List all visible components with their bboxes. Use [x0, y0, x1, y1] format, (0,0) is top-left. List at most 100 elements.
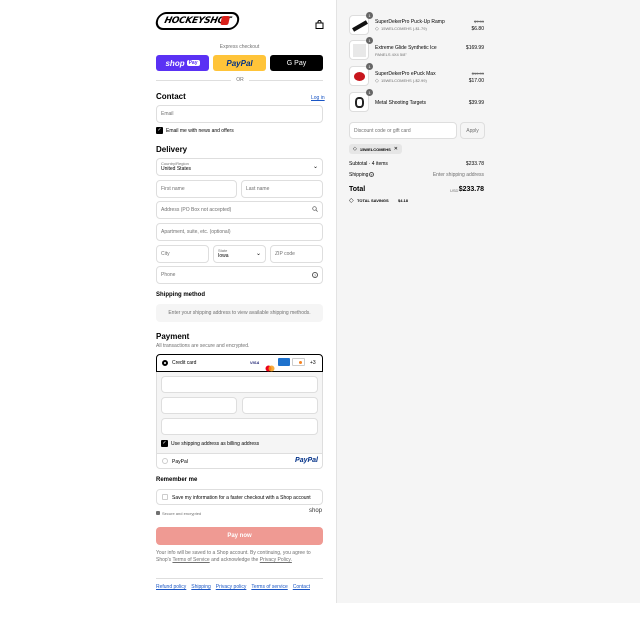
item-price: $169.99: [465, 45, 484, 51]
ice-panel-image: [353, 44, 366, 57]
first-name-field[interactable]: First name: [156, 180, 237, 198]
discount-placeholder: Discount code or gift card: [354, 127, 411, 134]
zip-field[interactable]: ZIP code: [270, 245, 323, 263]
item-price: $6.80: [471, 26, 484, 32]
total-value: $233.78: [458, 186, 484, 193]
chevron-down-icon: ⌄: [255, 251, 261, 257]
remove-discount-icon[interactable]: ✕: [394, 146, 398, 152]
phone-field[interactable]: Phone ?: [156, 266, 323, 284]
login-link[interactable]: Log in: [311, 95, 325, 101]
remember-me-checkbox[interactable]: [162, 494, 168, 500]
email-field[interactable]: Email: [156, 105, 323, 123]
item-price: $39.99: [468, 100, 484, 106]
apartment-placeholder: Apartment, suite, etc. (optional): [161, 229, 231, 235]
paypal-option[interactable]: PayPal PayPal: [156, 453, 323, 469]
tag-icon: ◇: [375, 26, 379, 32]
more-cards-count: +3: [310, 360, 316, 366]
or-divider: OR: [236, 77, 244, 83]
shop-terms-link[interactable]: Terms of Service: [172, 557, 209, 563]
discount-tag-chip: ◇ 15WELCOMEHS ✕: [349, 144, 402, 154]
info-icon[interactable]: ?: [369, 172, 374, 177]
card-number-field[interactable]: [161, 376, 318, 393]
footer-link-terms[interactable]: Terms of service: [251, 584, 287, 590]
item-old-price: $7.99: [473, 19, 484, 24]
state-select[interactable]: State Iowa ⌄: [213, 245, 266, 263]
product-thumbnail: [349, 92, 369, 112]
google-pay-button[interactable]: G Pay: [270, 55, 323, 71]
first-name-placeholder: First name: [161, 186, 185, 192]
legal-text: Your info will be saved to a Shop accoun…: [156, 550, 323, 564]
state-value: Iowa: [218, 253, 229, 259]
shop-pay-badge: Pay: [186, 60, 200, 66]
item-name: SuperDekerPro Puck-Up Ramp: [375, 19, 445, 25]
lock-icon: [156, 511, 160, 515]
item-name: Metal Shooting Targets: [375, 100, 427, 106]
amex-icon: [278, 358, 290, 366]
item-old-price: $19.99: [471, 71, 484, 76]
security-code-field[interactable]: [242, 397, 318, 414]
express-checkout-title: Express checkout: [219, 44, 260, 50]
shopping-bag-icon[interactable]: [315, 16, 324, 29]
tag-icon: ◇: [375, 78, 379, 84]
secure-encrypted-text: Secure and encrypted: [162, 511, 202, 516]
discount-code-input[interactable]: Discount code or gift card: [349, 122, 457, 139]
expiration-field[interactable]: [161, 397, 237, 414]
address-field[interactable]: Address (PO Box not accepted): [156, 201, 323, 219]
country-value: United States: [161, 166, 192, 172]
apply-button[interactable]: Apply: [460, 122, 485, 139]
footer-link-refund[interactable]: Refund policy: [156, 584, 186, 590]
item-price: $17.00: [468, 78, 484, 84]
phone-placeholder: Phone: [161, 272, 176, 278]
address-placeholder: Address (PO Box not accepted): [161, 207, 232, 213]
subtotal-value: $233.78: [465, 161, 484, 167]
footer-link-shipping[interactable]: Shipping: [191, 584, 210, 590]
pay-now-button[interactable]: Pay now: [156, 527, 323, 545]
paypal-express-text: PayPal: [226, 58, 253, 68]
visa-icon: VISA: [250, 360, 260, 365]
item-discount: 15WELCOMEHS (-$2.99): [381, 78, 427, 83]
paypal-express-button[interactable]: PayPal: [213, 55, 266, 71]
news-checkbox-label: Email me with news and offers: [166, 128, 234, 134]
help-icon[interactable]: ?: [312, 272, 318, 278]
credit-card-label: Credit card: [172, 360, 197, 366]
remember-me-option[interactable]: Save my information for a faster checkou…: [156, 489, 323, 505]
shop-pay-text: shop: [165, 58, 185, 68]
search-icon: [312, 206, 318, 212]
chevron-down-icon: ⌄: [312, 164, 318, 170]
item-name: Extreme Glide Synthetic Ice: [375, 45, 437, 51]
shipping-method-note: Enter your shipping address to view avai…: [156, 304, 323, 322]
billing-checkbox[interactable]: ✓: [161, 440, 168, 447]
order-summary-panel: [336, 0, 640, 603]
footer-link-contact[interactable]: Contact: [293, 584, 310, 590]
discover-icon: [292, 358, 305, 366]
quantity-badge: 1: [366, 37, 373, 44]
subtotal-label: Subtotal · 4 items: [349, 161, 388, 167]
payment-subtitle: All transactions are secure and encrypte…: [156, 343, 250, 349]
paypal-radio[interactable]: [162, 458, 168, 464]
item-name: SuperDekerPro ePuck Max: [375, 71, 436, 77]
name-on-card-field[interactable]: [161, 418, 318, 435]
zip-placeholder: ZIP code: [275, 251, 295, 257]
total-label: Total: [349, 186, 366, 193]
news-checkbox[interactable]: ✓: [156, 127, 163, 134]
city-field[interactable]: City: [156, 245, 209, 263]
credit-card-radio[interactable]: [162, 360, 168, 366]
tag-icon: ◇: [353, 146, 357, 152]
last-name-field[interactable]: Last name: [241, 180, 323, 198]
city-placeholder: City: [161, 251, 170, 257]
footer-link-privacy[interactable]: Privacy policy: [216, 584, 247, 590]
hockeyshot-logo[interactable]: HOCKEYSHOT: [154, 12, 241, 30]
mastercard-icon: [265, 359, 275, 372]
apartment-field[interactable]: Apartment, suite, etc. (optional): [156, 223, 323, 241]
remember-me-heading: Remember me: [156, 477, 198, 483]
shop-pay-button[interactable]: shop Pay: [156, 55, 209, 71]
target-image: [355, 97, 364, 108]
paypal-option-label: PayPal: [172, 459, 188, 465]
shop-privacy-link[interactable]: Privacy Policy.: [260, 557, 292, 563]
last-name-placeholder: Last name: [246, 186, 270, 192]
legal-and: and acknowledge the: [211, 557, 259, 563]
google-pay-text: G Pay: [286, 59, 307, 67]
total-savings-value: $4.18: [398, 198, 409, 203]
credit-card-option[interactable]: Credit card VISA +3: [156, 354, 323, 372]
country-select[interactable]: Country/Region United States ⌄: [156, 158, 323, 176]
